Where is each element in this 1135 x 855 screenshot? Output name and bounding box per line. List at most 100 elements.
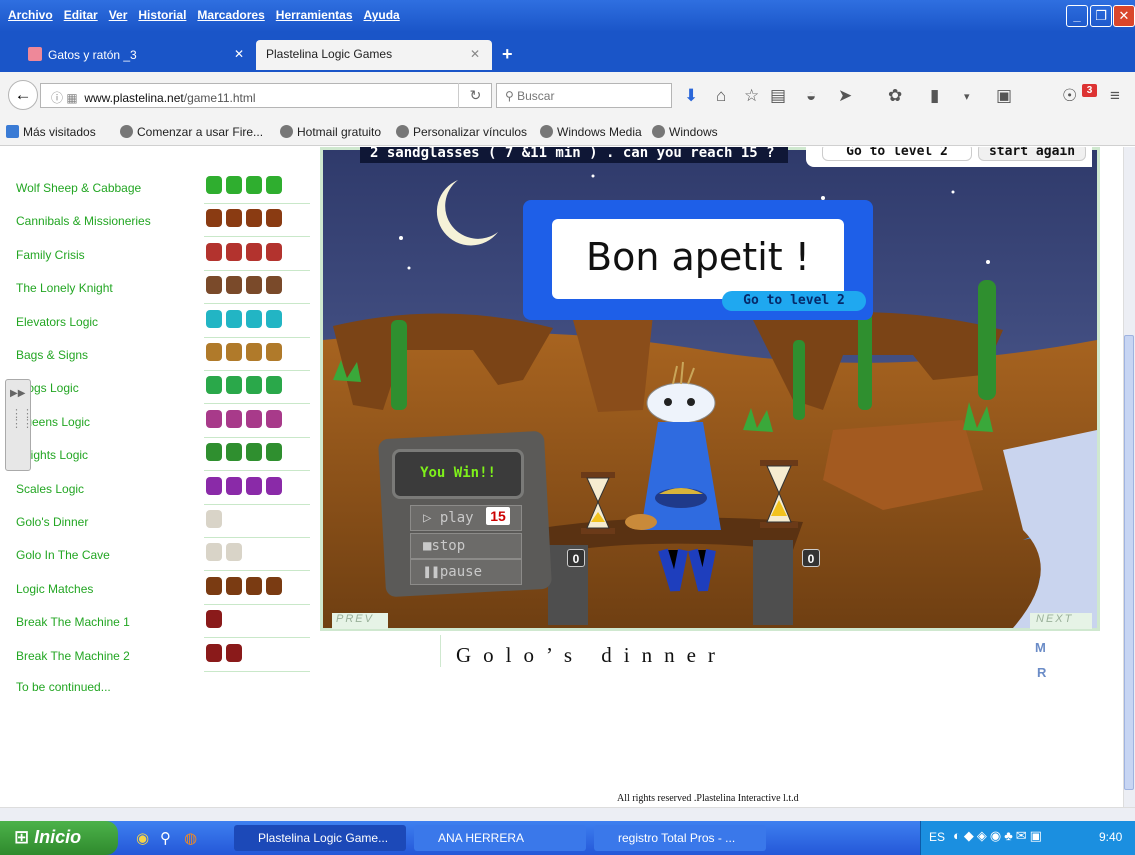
search-input[interactable]: ⚲ Buscar	[496, 83, 672, 108]
game-link[interactable]: Cannibals & Missioneries	[16, 214, 151, 228]
minimize-button[interactable]: _	[1066, 5, 1088, 27]
bookmark-windows[interactable]: Windows	[652, 125, 718, 139]
game-list-item[interactable]: Break The Machine 1	[0, 605, 315, 639]
chrome-icon[interactable]: ◉	[136, 829, 149, 847]
game-link[interactable]: Wolf Sheep & Cabbage	[16, 181, 141, 195]
vertical-scroll-thumb[interactable]	[1124, 335, 1134, 790]
reload-icon[interactable]: ↻	[458, 83, 492, 108]
game-list-item[interactable]: Scales Logic	[0, 472, 315, 505]
home-icon[interactable]: ⌂	[716, 86, 726, 106]
tab-gatos[interactable]: Gatos y ratón _3 ✕	[18, 40, 256, 70]
extension-icon[interactable]: ✿	[888, 86, 902, 106]
menu-marcadores[interactable]: Marcadores	[197, 8, 264, 22]
game-link[interactable]: Break The Machine 1	[16, 615, 130, 629]
stop-button[interactable]: ■stop	[410, 533, 522, 559]
game-thumbnail-icon[interactable]	[206, 510, 298, 532]
game-list-item[interactable]: Elevators Logic	[0, 305, 315, 338]
game-list-item[interactable]: Golo's Dinner	[0, 505, 315, 538]
taskbar-item-registro[interactable]: registro Total Pros - ...	[594, 825, 766, 851]
restore-button[interactable]: ❐	[1090, 5, 1112, 27]
game-thumbnail-icon[interactable]	[206, 409, 298, 432]
game-thumbnail-icon[interactable]	[206, 242, 298, 265]
game-thumbnail-icon[interactable]	[206, 443, 298, 465]
game-thumbnail-icon[interactable]	[206, 476, 298, 499]
menu-editar[interactable]: Editar	[64, 8, 98, 22]
game-thumbnail-icon[interactable]	[206, 309, 298, 332]
tray-icons[interactable]: ◐◆◈◉♣✉▣	[953, 828, 1045, 844]
game-link[interactable]: Bags & Signs	[16, 348, 88, 362]
new-tab-icon[interactable]: +	[502, 44, 513, 65]
pocket-icon[interactable]: ◒	[806, 86, 816, 106]
game-list-item[interactable]: The Lonely Knight	[0, 271, 315, 305]
taskbar-item-firefox[interactable]: Plastelina Logic Game...	[234, 825, 406, 851]
tab-plastelina[interactable]: Plastelina Logic Games ✕	[256, 40, 492, 70]
game-link[interactable]: Logic Matches	[16, 582, 93, 596]
back-button[interactable]: ←	[8, 80, 38, 110]
menu-historial[interactable]: Historial	[138, 8, 186, 22]
menu-ayuda[interactable]: Ayuda	[364, 8, 400, 22]
bookmarks-menu-icon[interactable]: ▤	[770, 86, 786, 106]
game-thumbnail-icon[interactable]	[206, 176, 298, 198]
game-thumbnail-icon[interactable]	[206, 543, 298, 565]
go-to-level-button[interactable]: Go to level 2	[822, 147, 972, 161]
download-icon[interactable]: ⬇	[684, 86, 698, 106]
game-list-item[interactable]: Cannibals & Missioneries	[0, 204, 315, 238]
game-thumbnail-icon[interactable]	[206, 576, 298, 599]
game-thumbnail-icon[interactable]	[206, 276, 298, 298]
game-link[interactable]: Golo's Dinner	[16, 515, 88, 529]
start-button[interactable]: ⊞ Inicio	[0, 821, 118, 855]
game-link[interactable]: Elevators Logic	[16, 315, 98, 329]
bookmark-windows-media[interactable]: Windows Media	[540, 125, 642, 139]
hamburger-menu-icon[interactable]: ≡	[1110, 86, 1120, 106]
notifications-icon[interactable]: ☉	[1062, 86, 1077, 106]
bookmark-comenzar[interactable]: Comenzar a usar Fire...	[120, 125, 263, 139]
clipboard-icon[interactable]: ▮	[930, 86, 939, 106]
bookmark-personalizar[interactable]: Personalizar vínculos	[396, 125, 527, 139]
game-list-item[interactable]: Queens Logic	[0, 405, 315, 438]
bookmark-mas-visitados[interactable]: Más visitados	[6, 125, 96, 139]
menu-ver[interactable]: Ver	[109, 8, 128, 22]
horizontal-scrollbar[interactable]	[0, 807, 1135, 821]
language-indicator[interactable]: ES	[929, 830, 945, 844]
game-thumbnail-icon[interactable]	[206, 209, 298, 231]
game-link[interactable]: Scales Logic	[16, 482, 84, 496]
search-quicklaunch-icon[interactable]: ⚲	[160, 829, 171, 847]
game-link[interactable]: Break The Machine 2	[16, 649, 130, 663]
bookmark-star-icon[interactable]: ☆	[744, 86, 759, 106]
firefox-icon[interactable]: ◍	[184, 829, 197, 847]
info-icon[interactable]: ⓘ ▦	[51, 91, 84, 105]
game-list-item[interactable]: Family Crisis	[0, 238, 315, 271]
game-thumbnail-icon[interactable]	[206, 343, 298, 365]
pause-button[interactable]: ❚❚pause	[410, 559, 522, 585]
game-list-item[interactable]: Golo In The Cave	[0, 538, 315, 572]
game-thumbnail-icon[interactable]	[206, 610, 298, 632]
game-link[interactable]: Golo In The Cave	[16, 548, 110, 562]
close-tab-icon[interactable]: ✕	[234, 47, 244, 61]
m-link[interactable]: M	[1035, 640, 1046, 655]
game-list-item[interactable]: Wolf Sheep & Cabbage	[0, 171, 315, 204]
close-tab-icon[interactable]: ✕	[470, 47, 480, 61]
game-list-item[interactable]: Knights Logic	[0, 438, 315, 472]
game-thumbnail-icon[interactable]	[206, 643, 298, 666]
game-list-item[interactable]: Frogs Logic	[0, 371, 315, 405]
next-button[interactable]: NEXT	[1030, 613, 1092, 629]
prev-button[interactable]: PREV	[332, 613, 388, 629]
game-list-item[interactable]: Logic Matches	[0, 572, 315, 605]
close-window-button[interactable]: ✕	[1113, 5, 1135, 27]
url-bar[interactable]: ⓘ ▦ www.plastelina.net/game11.html	[40, 83, 492, 108]
sidebar-handle[interactable]: ▶▶ ⋮⋮ ⋮⋮	[5, 379, 33, 471]
game-thumbnail-icon[interactable]	[206, 376, 298, 398]
game-link[interactable]: Family Crisis	[16, 248, 85, 262]
menu-herramientas[interactable]: Herramientas	[276, 8, 353, 22]
lock-icon[interactable]: ▣	[996, 86, 1012, 106]
game-list-item[interactable]: Break The Machine 2	[0, 639, 315, 672]
bookmark-hotmail[interactable]: Hotmail gratuito	[280, 125, 381, 139]
r-link[interactable]: R	[1037, 665, 1046, 680]
send-icon[interactable]: ➤	[838, 86, 852, 106]
win-go-to-level-button[interactable]: Go to level 2	[722, 291, 866, 311]
menu-archivo[interactable]: Archivo	[8, 8, 53, 22]
game-list-item[interactable]: Bags & Signs	[0, 338, 315, 371]
start-again-button[interactable]: start again	[978, 147, 1086, 161]
taskbar-item-folder[interactable]: ANA HERRERA	[414, 825, 586, 851]
game-link[interactable]: The Lonely Knight	[16, 281, 113, 295]
